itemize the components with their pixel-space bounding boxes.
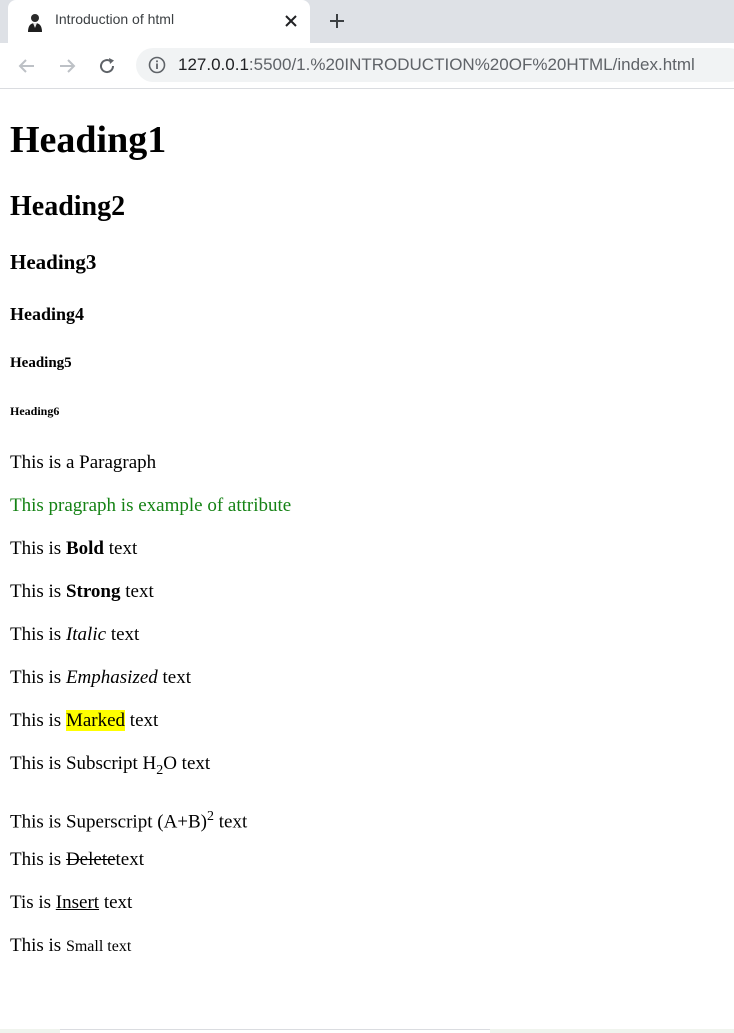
attribute-paragraph: This pragraph is example of attribute (10, 495, 292, 516)
mark-suffix: text (125, 710, 159, 731)
del-suffix: text (115, 849, 145, 870)
bottom-edge (490, 1029, 734, 1033)
heading-6: Heading6 (10, 404, 60, 418)
small-line: This is Small text (10, 935, 131, 958)
bold-line: This is Bold text (10, 538, 137, 560)
address-bar[interactable]: 127.0.0.1:5500/1.%20INTRODUCTION%20OF%20… (136, 48, 734, 82)
url-host: 127.0.0.1 (178, 55, 249, 74)
close-icon[interactable] (281, 11, 301, 31)
em-suffix: text (157, 667, 192, 688)
italic-line: This is Italic text (10, 624, 139, 646)
italic-prefix: This is (10, 624, 66, 645)
insert-line: Tis is Insert text (10, 892, 132, 914)
browser-toolbar: 127.0.0.1:5500/1.%20INTRODUCTION%20OF%20… (0, 43, 734, 89)
browser-tab[interactable]: Introduction of html (8, 0, 310, 43)
bold-suffix: text (103, 538, 138, 559)
forward-arrow-icon[interactable] (54, 53, 80, 79)
bold-prefix: This is (10, 538, 66, 559)
marked-line: This is Marked text (10, 710, 158, 732)
em-prefix: This is (10, 667, 66, 688)
heading-3: Heading3 (10, 250, 97, 274)
marked-text: Marked (65, 710, 126, 731)
deleted-text: Delete (65, 849, 116, 870)
paragraph: This is a Paragraph (10, 452, 157, 473)
strong-line: This is Strong text (10, 581, 154, 603)
sup-after: text (214, 811, 248, 833)
ins-prefix: Tis is (10, 892, 56, 913)
emphasized-text: Emphasized (65, 667, 158, 688)
sup-prefix: This is Superscript (A+B) (10, 811, 208, 833)
italic-text: Italic (65, 624, 107, 645)
strong-text: Strong (65, 581, 121, 602)
info-icon[interactable] (148, 56, 166, 74)
superscript-line: This is Superscript (A+B)2 text (10, 806, 247, 833)
strong-prefix: This is (10, 581, 66, 602)
bottom-edge (0, 1029, 60, 1033)
ins-suffix: text (99, 892, 133, 913)
heading-1: Heading1 (10, 119, 167, 161)
heading-5: Heading5 (10, 355, 72, 371)
url-text[interactable]: 127.0.0.1:5500/1.%20INTRODUCTION%20OF%20… (178, 55, 695, 75)
tab-strip: Introduction of html (0, 0, 734, 43)
heading-4: Heading4 (10, 304, 85, 324)
plus-icon[interactable] (327, 11, 347, 31)
heading-2: Heading2 (10, 191, 126, 222)
small-prefix: This is (10, 935, 66, 956)
superscript-text: 2 (207, 809, 215, 824)
small-text: Small text (65, 938, 132, 955)
inserted-text: Insert (55, 892, 100, 913)
bold-text: Bold (65, 538, 104, 559)
reload-icon[interactable] (94, 53, 120, 79)
tab-title: Introduction of html (55, 11, 175, 27)
avatar-favicon (25, 12, 45, 32)
mark-prefix: This is (10, 710, 66, 731)
sub-prefix: This is Subscript H (10, 753, 157, 774)
sub-after: O text (163, 753, 211, 774)
italic-suffix: text (106, 624, 140, 645)
bottom-divider (60, 1029, 490, 1030)
subscript-line: This is Subscript H2O text (10, 753, 210, 782)
back-arrow-icon[interactable] (14, 53, 40, 79)
emphasized-line: This is Emphasized text (10, 667, 191, 689)
url-path: :5500/1.%20INTRODUCTION%20OF%20HTML/inde… (248, 55, 695, 74)
del-prefix: This is (10, 849, 66, 870)
delete-line: This is Deletetext (10, 849, 144, 871)
strong-suffix: text (120, 581, 154, 602)
